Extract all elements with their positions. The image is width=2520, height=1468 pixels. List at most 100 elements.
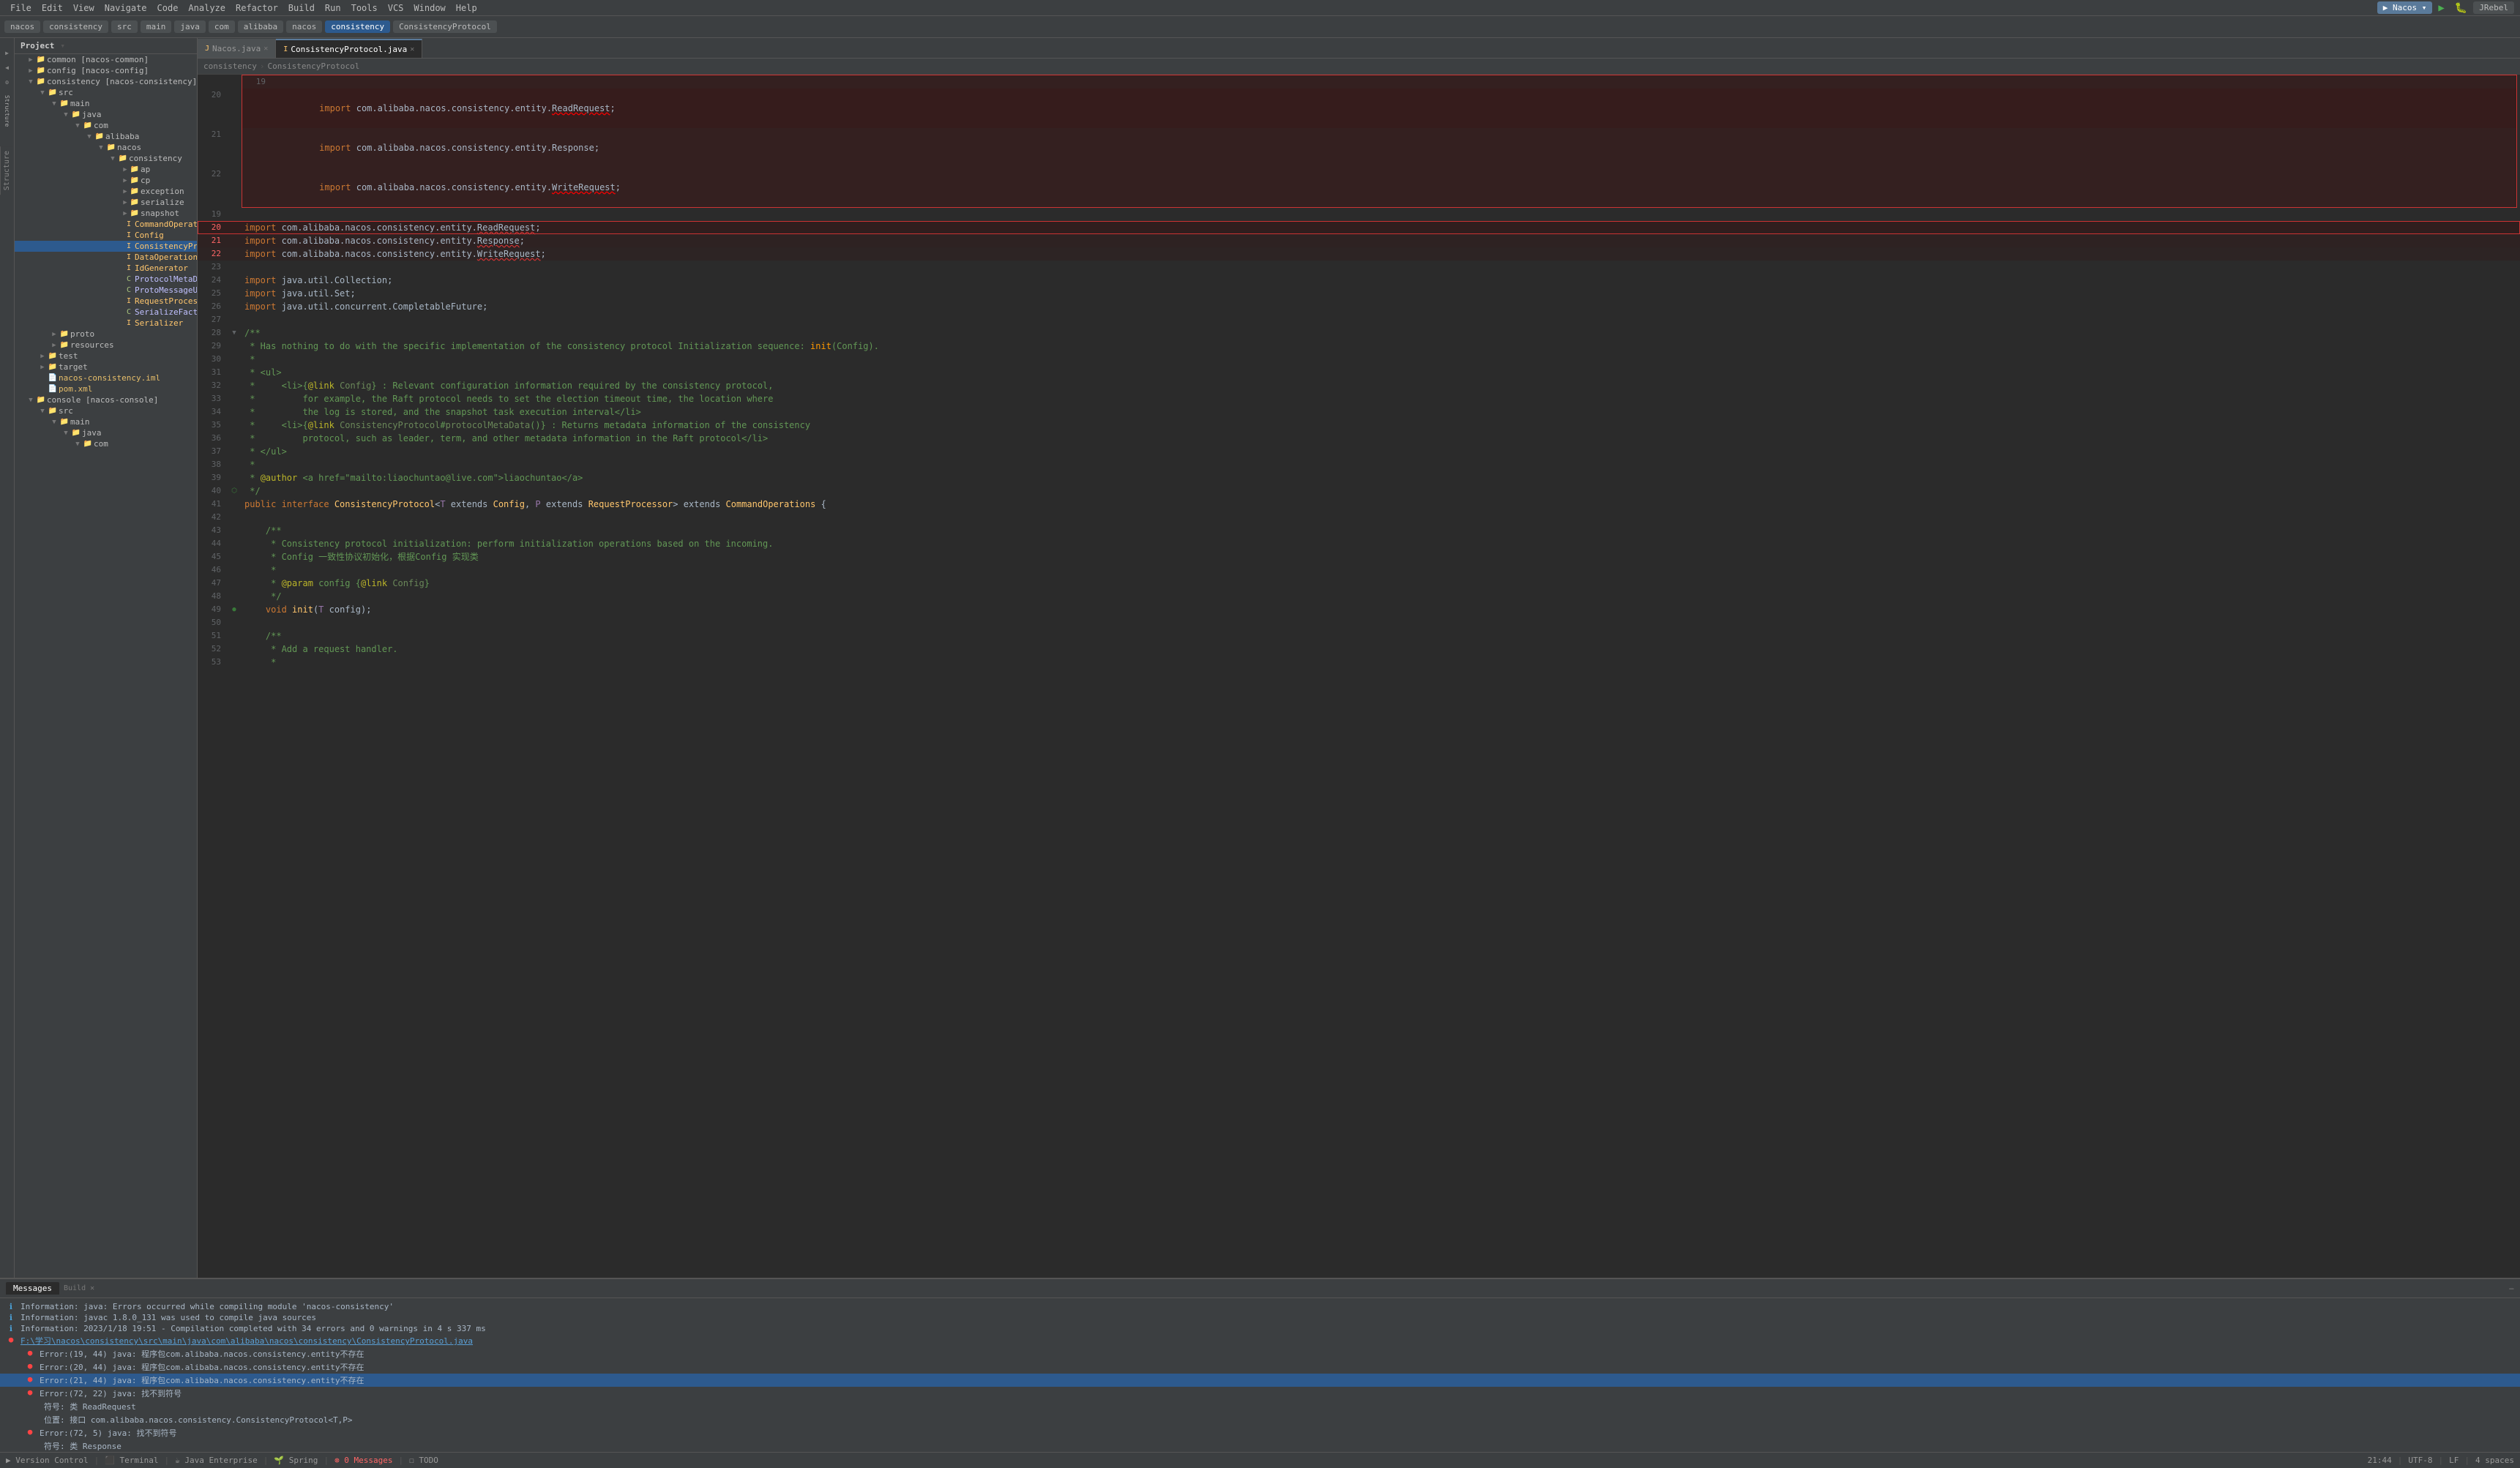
menu-edit[interactable]: Edit (37, 1, 67, 15)
tree-item-console-com[interactable]: ▼ 📁 com (15, 438, 197, 449)
menu-vcs[interactable]: VCS (384, 1, 408, 15)
status-vc[interactable]: ▶ Version Control (6, 1456, 89, 1465)
run-button[interactable]: ▶ (2434, 1, 2448, 15)
toolbar-alibaba[interactable]: alibaba (238, 20, 283, 33)
msg-error-2[interactable]: ● Error:(20, 44) java: 程序包com.alibaba.na… (0, 1360, 2520, 1374)
toolbar-nacos[interactable]: nacos (4, 20, 40, 33)
editor-content[interactable]: 19 20 import com.alibaba.nacos.consisten… (198, 75, 2520, 1278)
menu-help[interactable]: Help (452, 1, 482, 15)
tree-item-protocol-meta[interactable]: C ProtocolMetaData (15, 274, 197, 285)
tab-consistency-protocol[interactable]: I ConsistencyProtocol.java ✕ (276, 39, 422, 58)
tree-item-serialize[interactable]: ▶ 📁 serialize (15, 197, 197, 208)
tree-item-command-ops[interactable]: I CommandOperations (15, 219, 197, 230)
left-icon-4[interactable]: Structure (1, 105, 13, 117)
tree-item-config-cls[interactable]: I Config (15, 230, 197, 241)
toolbar-consistency-protocol[interactable]: ConsistencyProtocol (393, 20, 497, 33)
tree-item-console-main[interactable]: ▼ 📁 main (15, 416, 197, 427)
tree-item-consistency[interactable]: ▼ 📁 consistency [nacos-consistency] (15, 76, 197, 87)
tree-item-console-java[interactable]: ▼ 📁 java (15, 427, 197, 438)
tree-item-src[interactable]: ▼ 📁 src (15, 87, 197, 98)
menu-file[interactable]: File (6, 1, 36, 15)
breadcrumb-consistency-protocol[interactable]: ConsistencyProtocol (267, 61, 359, 71)
tree-item-id-gen[interactable]: I IdGenerator (15, 263, 197, 274)
toolbar-nacos2[interactable]: nacos (286, 20, 322, 33)
menu-run[interactable]: Run (321, 1, 345, 15)
menu-build[interactable]: Build (284, 1, 319, 15)
status-line-sep[interactable]: LF (2449, 1456, 2459, 1465)
tree-item-iml[interactable]: ▶ 📄 nacos-consistency.iml (15, 372, 197, 383)
msg-file-link[interactable]: ● F:\学习\nacos\consistency\src\main\java\… (0, 1334, 2520, 1347)
msg-error-1[interactable]: ● Error:(19, 44) java: 程序包com.alibaba.na… (0, 1347, 2520, 1360)
toolbar-main[interactable]: main (141, 20, 172, 33)
msg-error-3[interactable]: ● Error:(21, 44) java: 程序包com.alibaba.na… (0, 1374, 2520, 1387)
toolbar-consistency2[interactable]: consistency (325, 20, 390, 33)
tree-item-common[interactable]: ▶ 📁 common [nacos-common] (15, 54, 197, 65)
tab-nacos-java[interactable]: J Nacos.java ✕ (198, 39, 276, 58)
tree-item-serializer[interactable]: I Serializer (15, 318, 197, 329)
left-icon-3[interactable]: ⚙ (1, 76, 13, 88)
jrebel-label[interactable]: JRebel (2473, 1, 2514, 14)
toolbar-java[interactable]: java (174, 20, 206, 33)
status-todo[interactable]: ☐ TODO (409, 1456, 438, 1465)
status-messages-count[interactable]: ⊗ 0 Messages (334, 1456, 392, 1465)
tree-item-console[interactable]: ▼ 📁 console [nacos-console] (15, 394, 197, 405)
line-37: 37 * </ul> (198, 445, 2520, 458)
msg-info-2[interactable]: ℹ Information: javac 1.8.0_131 was used … (0, 1312, 2520, 1323)
menu-view[interactable]: View (69, 1, 99, 15)
tree-item-java[interactable]: ▼ 📁 java (15, 109, 197, 120)
build-messages[interactable]: ℹ Information: java: Errors occurred whi… (0, 1298, 2520, 1468)
tree-item-target[interactable]: ▶ 📁 target (15, 362, 197, 372)
msg-info-1[interactable]: ℹ Information: java: Errors occurred whi… (0, 1301, 2520, 1312)
tree-item-pom[interactable]: ▶ 📄 pom.xml (15, 383, 197, 394)
tree-item-console-src[interactable]: ▼ 📁 src (15, 405, 197, 416)
tree-item-data-op[interactable]: I DataOperation (15, 252, 197, 263)
tree-item-cp[interactable]: ▶ 📁 cp (15, 175, 197, 186)
menu-tools[interactable]: Tools (347, 1, 382, 15)
menu-refactor[interactable]: Refactor (231, 1, 283, 15)
tree-item-req-proc[interactable]: I RequestProcessor (15, 296, 197, 307)
status-java-enterprise[interactable]: ☕ Java Enterprise (175, 1456, 258, 1465)
side-tab-structure[interactable]: Structure (0, 146, 13, 195)
bottom-minimize[interactable]: − (2509, 1284, 2514, 1294)
tree-item-proto-msg[interactable]: C ProtoMessageUtil (15, 285, 197, 296)
tree-item-ap[interactable]: ▶ 📁 ap (15, 164, 197, 175)
tree-item-test[interactable]: ▶ 📁 test (15, 351, 197, 362)
tree-item-exception[interactable]: ▶ 📁 exception (15, 186, 197, 197)
tree-item-resources[interactable]: ▶ 📁 resources (15, 340, 197, 351)
tree-item-ser-factory[interactable]: C SerializeFactory (15, 307, 197, 318)
tab-consistency-close[interactable]: ✕ (410, 45, 414, 53)
left-icon-2[interactable]: ◀ (1, 61, 13, 73)
status-encoding[interactable]: UTF-8 (2408, 1456, 2432, 1465)
tree-item-main[interactable]: ▼ 📁 main (15, 98, 197, 109)
status-terminal[interactable]: ⬛ Terminal (105, 1456, 158, 1465)
tree-item-alibaba[interactable]: ▼ 📁 alibaba (15, 131, 197, 142)
tree-item-com[interactable]: ▼ 📁 com (15, 120, 197, 131)
menu-window[interactable]: Window (409, 1, 449, 15)
tree-item-consistency-pkg[interactable]: ▼ 📁 consistency (15, 153, 197, 164)
bottom-tab-messages[interactable]: Messages (6, 1282, 59, 1295)
toolbar-com[interactable]: com (209, 20, 235, 33)
run-config-label[interactable]: ▶ Nacos ▾ (2377, 1, 2433, 14)
tree-item-config[interactable]: ▶ 📁 config [nacos-config] (15, 65, 197, 76)
tree-item-nacos[interactable]: ▼ 📁 nacos (15, 142, 197, 153)
tab-nacos-java-label: Nacos.java (212, 44, 261, 53)
status-indent[interactable]: 4 spaces (2475, 1456, 2514, 1465)
status-bar: ▶ Version Control | ⬛ Terminal | ☕ Java … (0, 1452, 2520, 1468)
msg-error-5[interactable]: ● Error:(72, 5) java: 找不到符号 (0, 1426, 2520, 1439)
toolbar-consistency[interactable]: consistency (43, 20, 108, 33)
bottom-tab-build-close[interactable]: Build ✕ (64, 1284, 94, 1292)
menu-navigate[interactable]: Navigate (100, 1, 152, 15)
breadcrumb-consistency[interactable]: consistency (203, 61, 257, 71)
tree-item-consistency-protocol[interactable]: I ConsistencyProtocol (15, 241, 197, 252)
menu-code[interactable]: Code (153, 1, 183, 15)
status-spring[interactable]: 🌱 Spring (274, 1456, 318, 1465)
menu-analyze[interactable]: Analyze (184, 1, 230, 15)
tree-item-proto[interactable]: ▶ 📁 proto (15, 329, 197, 340)
msg-error-4[interactable]: ● Error:(72, 22) java: 找不到符号 (0, 1387, 2520, 1400)
tab-nacos-java-close[interactable]: ✕ (263, 45, 268, 53)
tree-item-snapshot[interactable]: ▶ 📁 snapshot (15, 208, 197, 219)
msg-info-3[interactable]: ℹ Information: 2023/1/18 19:51 - Compila… (0, 1323, 2520, 1334)
toolbar-src[interactable]: src (111, 20, 138, 33)
debug-button[interactable]: 🐛 (2450, 1, 2472, 15)
left-icon-1[interactable]: ▶ (1, 47, 13, 59)
